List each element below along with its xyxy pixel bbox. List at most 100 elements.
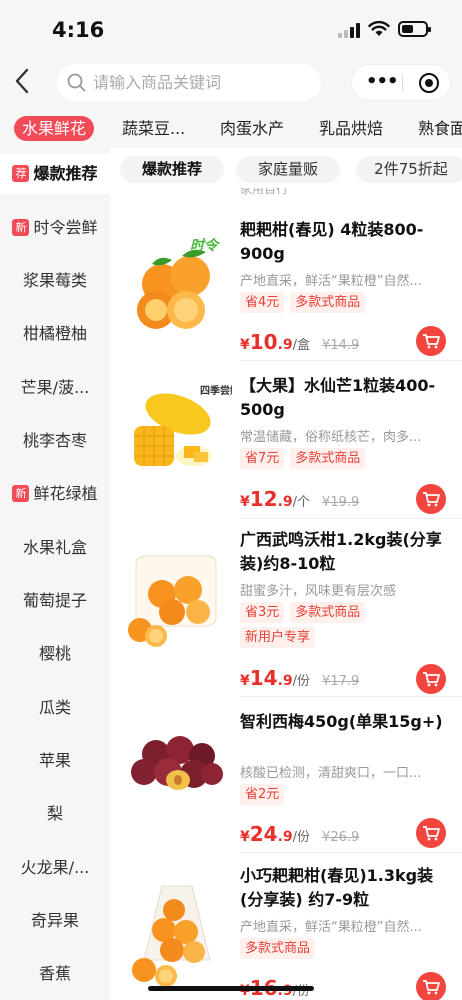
cart-icon — [423, 826, 440, 841]
sidebar-item-stonefruit[interactable]: 桃李杏枣 — [0, 421, 110, 461]
cut-off-text: 家用自行 — [240, 188, 289, 196]
mango-image: 四季尝鲜 — [134, 384, 232, 466]
price-unit: /份 — [292, 830, 311, 845]
price-integer: 14 — [249, 666, 278, 690]
category-tabs: 水果鲜花 蔬菜豆... 肉蛋水产 乳品烘焙 熟食面 — [0, 110, 462, 148]
new-badge: 新 — [12, 485, 30, 502]
recommend-badge: 荐 — [12, 165, 30, 182]
price-currency: ¥ — [240, 673, 250, 689]
signal-icon — [338, 22, 362, 38]
sidebar-item-hot[interactable]: 荐爆款推荐 — [0, 154, 110, 194]
old-price: ¥14.9 — [322, 338, 360, 353]
divider — [240, 518, 462, 519]
save-tag: 省3元 — [240, 602, 285, 623]
sidebar: 荐爆款推荐 新时令尝鲜 浆果莓类 柑橘橙柚 芒果/菠... 桃李杏枣 新鲜花绿植… — [0, 148, 110, 1000]
subtab-family[interactable]: 家庭量贩 — [236, 156, 340, 183]
add-to-cart-button[interactable] — [416, 818, 446, 848]
save-tag: 省7元 — [240, 448, 285, 469]
sidebar-item-banana[interactable]: 香蕉 — [0, 954, 110, 994]
tangerine-image: 时令 — [137, 237, 220, 329]
price-currency: ¥ — [240, 337, 250, 353]
add-to-cart-button[interactable] — [416, 484, 446, 514]
price-decimal: .9 — [277, 673, 293, 689]
new-badge: 新 — [12, 219, 30, 236]
plum-image — [131, 736, 223, 790]
search-bar[interactable] — [57, 64, 321, 101]
search-input[interactable] — [93, 68, 313, 97]
save-tag: 省4元 — [240, 292, 285, 313]
cart-icon — [423, 672, 440, 687]
product-name: 【大果】水仙芒1粒装400-500g — [240, 376, 436, 419]
product-name: 小巧耙耙柑(春见)1.3kg装(分享装) 约7-9粒 — [240, 866, 434, 909]
sidebar-item-label: 时令尝鲜 — [33, 218, 98, 237]
product-name: 耙耙柑(春见) 4粒装800-900g — [240, 220, 424, 263]
add-to-cart-button[interactable] — [416, 326, 446, 356]
new-user-tag: 新用户专享 — [240, 627, 316, 648]
status-time: 4:16 — [52, 18, 105, 42]
sidebar-item-cherry[interactable]: 樱桃 — [0, 634, 110, 674]
product-name: 智利西梅450g(单果15g+) — [240, 712, 443, 731]
subtab-discount[interactable]: 2件75折起 — [356, 156, 462, 183]
target-icon[interactable] — [419, 73, 439, 93]
cart-icon — [423, 492, 440, 507]
divider — [240, 852, 462, 853]
save-tag: 省2元 — [240, 784, 285, 805]
nav-bar: ••• — [0, 56, 462, 110]
more-dots-icon[interactable]: ••• — [366, 73, 399, 91]
divider — [240, 696, 462, 697]
product-price: ¥10.9/盒 ¥14.9 — [240, 330, 359, 354]
battery-icon — [398, 21, 431, 37]
product-desc: 产地直采，鲜活“果粒橙”自然... — [240, 920, 422, 935]
category-tab-fruit[interactable]: 水果鲜花 — [14, 116, 95, 141]
sidebar-item-label: 爆款推荐 — [33, 164, 98, 183]
multi-style-tag: 多款式商品 — [240, 938, 316, 959]
sidebar-item-kiwi[interactable]: 奇异果 — [0, 901, 110, 941]
home-indicator[interactable] — [148, 986, 314, 991]
back-button[interactable] — [10, 66, 36, 96]
category-tab-dairy[interactable]: 乳品烘焙 — [319, 116, 383, 141]
price-integer: 10 — [249, 330, 278, 354]
price-unit: /个 — [292, 495, 311, 510]
product-desc: 产地直采，鲜活“果粒橙”自然... — [240, 274, 422, 289]
category-tab-meat[interactable]: 肉蛋水产 — [220, 116, 284, 141]
product-price: ¥24.9/份 ¥26.9 — [240, 822, 359, 846]
add-to-cart-button[interactable] — [416, 972, 446, 1000]
sidebar-item-melon[interactable]: 瓜类 — [0, 688, 110, 728]
price-integer: 24 — [249, 822, 278, 846]
price-unit: /盒 — [292, 338, 311, 353]
price-currency: ¥ — [240, 494, 250, 510]
status-bar: 4:16 — [0, 0, 462, 56]
sidebar-item-giftbox[interactable]: 水果礼盒 — [0, 528, 110, 568]
old-price: ¥17.9 — [322, 674, 360, 689]
cart-icon — [423, 334, 440, 349]
sidebar-item-dragonfruit[interactable]: 火龙果/... — [0, 848, 110, 888]
subtab-hot[interactable]: 爆款推荐 — [120, 156, 224, 183]
product-desc: 核酸已检测，清甜爽口，一口... — [240, 766, 422, 781]
tangerine-bag-image — [132, 885, 211, 987]
orange-bag-image — [128, 555, 217, 647]
product-desc: 常温储藏，俗称纸核芒，肉多... — [240, 430, 422, 445]
sidebar-item-mango[interactable]: 芒果/菠... — [0, 368, 110, 408]
price-decimal: .9 — [277, 337, 293, 353]
sidebar-item-apple[interactable]: 苹果 — [0, 741, 110, 781]
price-decimal: .9 — [277, 494, 293, 510]
sidebar-item-grapes[interactable]: 葡萄提子 — [0, 581, 110, 621]
old-price: ¥26.9 — [322, 830, 360, 845]
sidebar-item-berries[interactable]: 浆果莓类 — [0, 261, 110, 301]
price-integer: 12 — [249, 487, 278, 511]
price-unit: /份 — [292, 674, 311, 689]
sub-tabs: 爆款推荐 家庭量贩 2件75折起 — [110, 148, 462, 188]
sidebar-item-flowers[interactable]: 新鲜花绿植 — [0, 474, 110, 514]
product-image-label: 时令 — [190, 237, 220, 254]
product-list: 家用自行 时令 耙耙柑(春见) 4粒装800-900g 产地直采，鲜活“果粒橙”… — [110, 188, 462, 1000]
add-to-cart-button[interactable] — [416, 664, 446, 694]
category-tab-deli[interactable]: 熟食面 — [418, 116, 462, 141]
sidebar-item-seasonal[interactable]: 新时令尝鲜 — [0, 208, 110, 248]
sidebar-item-pear[interactable]: 梨 — [0, 794, 110, 834]
multi-style-tag: 多款式商品 — [290, 448, 366, 469]
category-tab-vegetable[interactable]: 蔬菜豆... — [122, 116, 185, 141]
chevron-left-icon — [15, 68, 29, 94]
old-price: ¥19.9 — [322, 495, 360, 510]
product-name: 广西武鸣沃柑1.2kg装(分享装)约8-10粒 — [240, 530, 442, 573]
sidebar-item-citrus[interactable]: 柑橘橙柚 — [0, 314, 110, 354]
